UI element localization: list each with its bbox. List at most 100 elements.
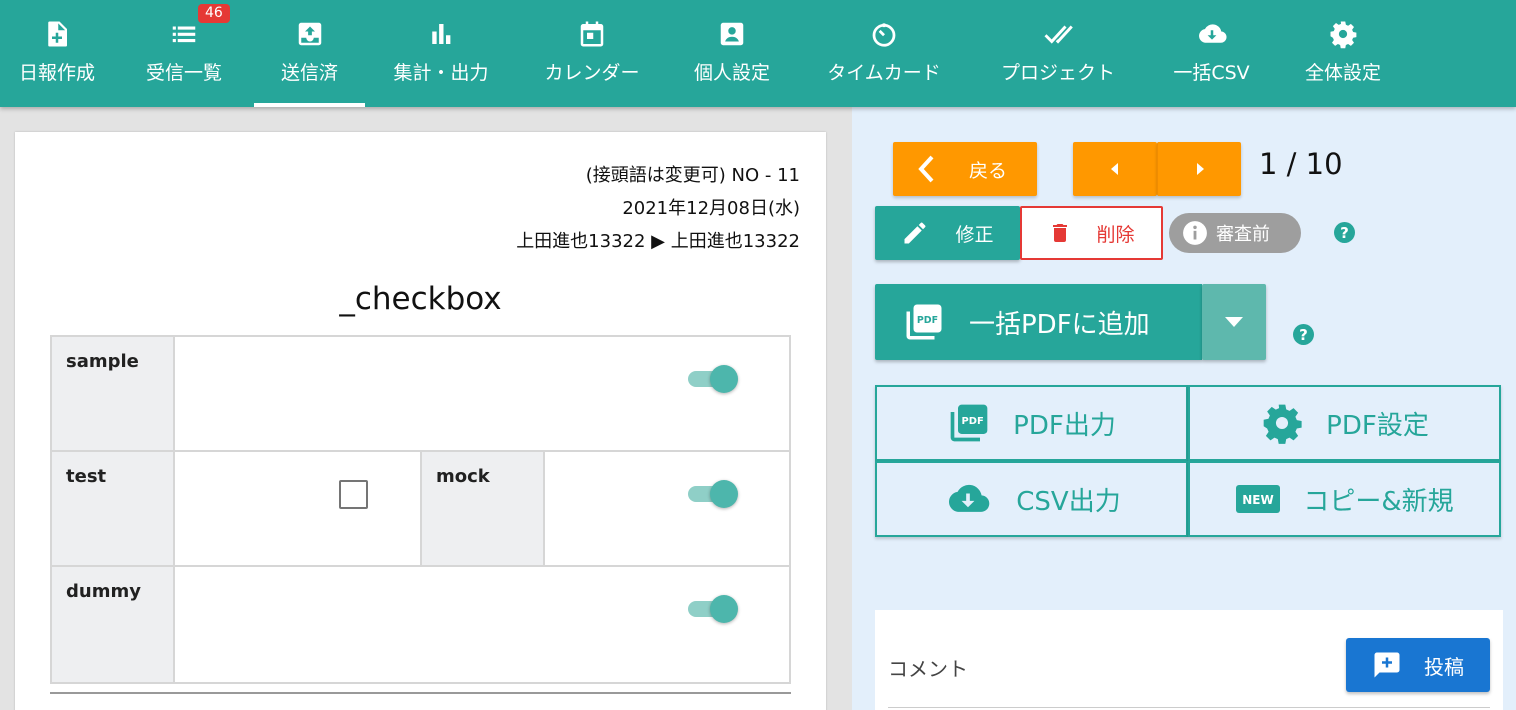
pdf-settings-button[interactable]: PDF設定 <box>1188 385 1501 461</box>
calendar-icon <box>580 21 604 47</box>
gear-icon <box>1330 21 1357 49</box>
nav-item-time-card[interactable]: タイムカード <box>797 0 971 107</box>
chevron-left-icon <box>918 155 934 183</box>
nav-label: 一括CSV <box>1173 62 1250 84</box>
report-route: 上田進也13322 ▶ 上田進也13322 <box>516 231 800 252</box>
trash-icon <box>1053 224 1068 242</box>
nav-item-personal-settings[interactable]: 個人設定 <box>667 0 797 107</box>
csv-output-button[interactable]: CSV出力 <box>875 461 1188 537</box>
nav-label: タイムカード <box>827 62 941 84</box>
pdf-output-button[interactable]: PDF PDF出力 <box>875 385 1188 461</box>
table-row: sample <box>52 337 789 452</box>
pdf-file-icon: PDF <box>906 304 942 340</box>
previous-page-button[interactable] <box>1073 142 1157 196</box>
field-value-mock <box>545 452 789 565</box>
delete-button[interactable]: 削除 <box>1020 206 1163 260</box>
table-row: test mock <box>52 452 789 567</box>
copy-new-button[interactable]: NEW コピー&新規 <box>1188 461 1501 537</box>
comment-section: コメント 投稿 <box>875 610 1503 710</box>
dummy-toggle-switch[interactable] <box>688 595 738 623</box>
pencil-icon <box>904 222 926 244</box>
field-label-dummy: dummy <box>52 567 175 682</box>
caret-right-icon <box>1196 163 1204 175</box>
nav-label: プロジェクト <box>1000 62 1115 84</box>
help-icon[interactable]: ? <box>1334 222 1355 243</box>
svg-text:NEW: NEW <box>1243 493 1274 507</box>
report-title: _checkbox <box>339 281 502 317</box>
file-plus-icon <box>48 21 67 47</box>
edit-button-label: 修正 <box>955 223 994 246</box>
report-meta: (接頭語は変更可) NO - 11 2021年12月08日(水) 上田進也133… <box>516 159 800 258</box>
edit-button[interactable]: 修正 <box>875 206 1020 260</box>
outbox-icon <box>298 22 321 46</box>
bar-chart-icon <box>432 24 451 44</box>
divider <box>888 707 1490 708</box>
nav-label: 送信済 <box>280 62 338 84</box>
page-indicator: 1 / 10 <box>1259 147 1343 181</box>
field-label-test: test <box>52 452 175 565</box>
pdf-output-label: PDF出力 <box>1013 410 1116 441</box>
csv-output-label: CSV出力 <box>1016 486 1121 517</box>
field-value-test <box>175 452 422 565</box>
double-check-icon <box>1044 25 1073 44</box>
svg-text:PDF: PDF <box>917 315 938 326</box>
caret-left-icon <box>1111 163 1118 175</box>
delete-button-label: 削除 <box>1096 223 1135 246</box>
pdf-file-icon: PDF <box>950 404 988 442</box>
add-comment-icon <box>1374 652 1400 678</box>
field-label-mock: mock <box>422 452 545 565</box>
toggle-knob <box>710 595 738 623</box>
copy-new-label: コピー&新規 <box>1303 486 1454 517</box>
back-button[interactable]: 戻る <box>893 142 1037 196</box>
nav-item-aggregate-output[interactable]: 集計・出力 <box>365 0 517 107</box>
nav-label: 日報作成 <box>18 62 95 84</box>
nav-label: 集計・出力 <box>393 62 489 84</box>
field-label-sample: sample <box>52 337 175 450</box>
next-page-button[interactable] <box>1157 142 1241 196</box>
cloud-download-icon <box>1198 24 1227 43</box>
account-box-icon <box>720 22 744 46</box>
nav-label: 受信一覧 <box>145 62 222 84</box>
nav-item-bulk-csv[interactable]: 一括CSV <box>1145 0 1278 107</box>
post-comment-label: 投稿 <box>1424 654 1464 679</box>
list-icon <box>172 26 196 43</box>
report-number: (接頭語は変更可) NO - 11 <box>585 165 800 186</box>
test-checkbox[interactable] <box>339 480 368 509</box>
nav-item-global-settings[interactable]: 全体設定 <box>1278 0 1408 107</box>
status-badge: 審査前 <box>1169 213 1301 253</box>
report-date: 2021年12月08日(水) <box>622 198 800 219</box>
cloud-download-icon <box>949 484 990 512</box>
report-viewer: (接頭語は変更可) NO - 11 2021年12月08日(水) 上田進也133… <box>0 107 852 710</box>
top-navigation: 日報作成 受信一覧 46 送信済 集計・出力 カレンダー 個人設定 タイムカード… <box>0 0 1516 107</box>
bulk-pdf-add-label: 一括PDFに追加 <box>969 309 1150 340</box>
toggle-knob <box>710 480 738 508</box>
sample-toggle-switch[interactable] <box>688 365 738 393</box>
mock-toggle-switch[interactable] <box>688 480 738 508</box>
nav-item-daily-report-create[interactable]: 日報作成 <box>0 0 114 107</box>
info-icon <box>1183 221 1207 245</box>
report-field-table: sample test mock dummy <box>50 335 791 684</box>
post-comment-button[interactable]: 投稿 <box>1346 638 1490 692</box>
nav-label: 全体設定 <box>1304 62 1381 84</box>
back-button-label: 戻る <box>969 159 1008 182</box>
gear-icon <box>1263 404 1302 444</box>
nav-item-project[interactable]: プロジェクト <box>971 0 1145 107</box>
bulk-pdf-add-button[interactable]: PDF 一括PDFに追加 <box>875 284 1202 360</box>
action-panel: 戻る 1 / 10 修正 削除 審査前 ? PDF 一括PDFに追加 ? PDF… <box>852 107 1516 710</box>
nav-item-sent[interactable]: 送信済 <box>254 0 365 107</box>
nav-label: カレンダー <box>544 62 640 84</box>
nav-item-calendar[interactable]: カレンダー <box>517 0 667 107</box>
nav-label: 個人設定 <box>693 62 770 84</box>
field-value-sample <box>175 337 789 450</box>
nav-item-inbox[interactable]: 受信一覧 46 <box>114 0 254 107</box>
toggle-knob <box>710 365 738 393</box>
divider <box>50 692 791 694</box>
table-row: dummy <box>52 567 789 682</box>
field-value-dummy <box>175 567 789 682</box>
new-badge-icon: NEW <box>1236 485 1281 513</box>
timer-icon <box>872 23 896 47</box>
comment-heading: コメント <box>888 657 968 681</box>
bulk-pdf-dropdown-toggle[interactable] <box>1202 284 1266 360</box>
help-icon[interactable]: ? <box>1293 324 1314 345</box>
pdf-settings-label: PDF設定 <box>1326 410 1429 441</box>
